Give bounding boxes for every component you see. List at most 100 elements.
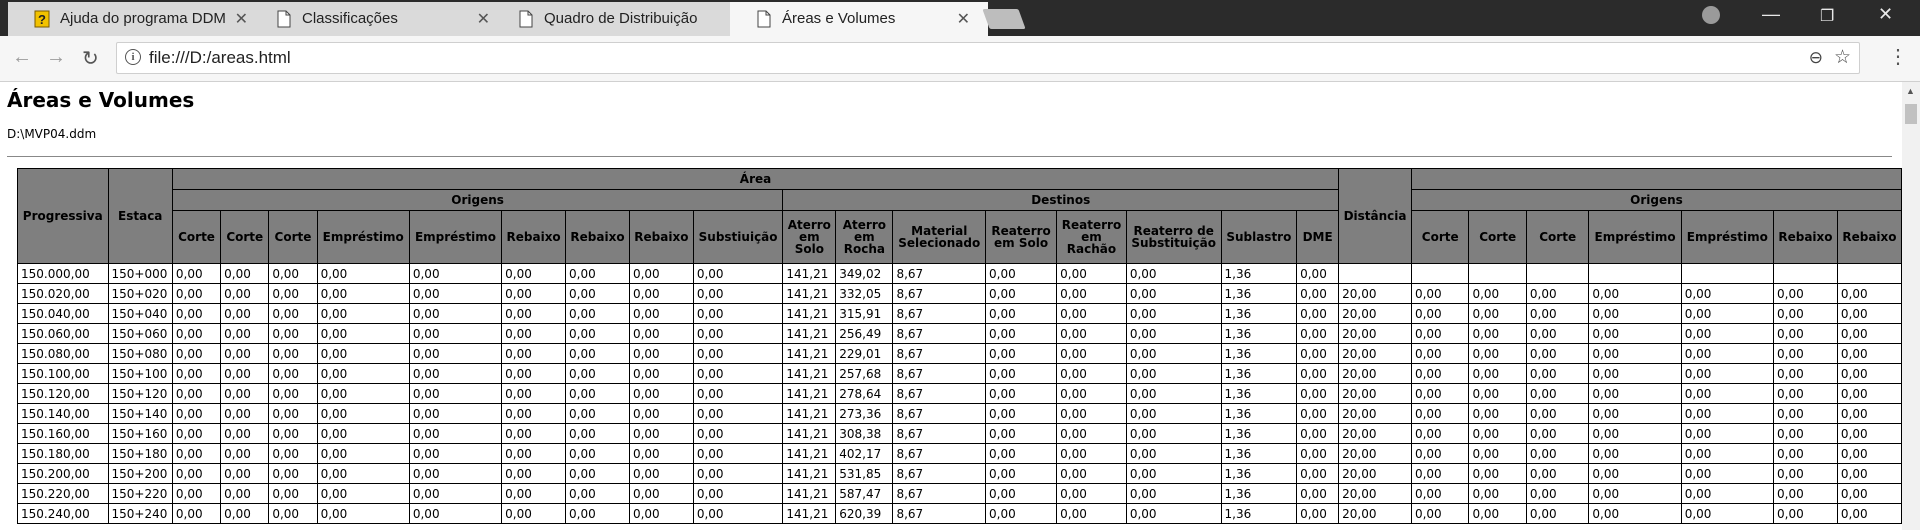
table-cell: 8,67 <box>892 303 987 324</box>
table-cell: 0,00 <box>628 483 694 504</box>
tab-quadro-distribuicao[interactable]: Quadro de Distribuição <box>492 2 744 36</box>
tab-areas-volumes[interactable]: Áreas e Volumes ✕ <box>730 2 988 36</box>
tab-close-icon[interactable]: ✕ <box>957 9 970 29</box>
table-cell: 0,00 <box>220 463 270 484</box>
table-cell: 0,00 <box>1468 343 1527 364</box>
table-cell: 0,00 <box>1125 403 1222 424</box>
table-cell: 0,00 <box>316 483 410 504</box>
table-cell: 0,00 <box>171 383 222 404</box>
zoom-icon[interactable]: ⊖ <box>1809 48 1823 68</box>
table-cell: 0,00 <box>1056 483 1127 504</box>
table-cell: 0,00 <box>1468 403 1527 424</box>
table-cell: 0,00 <box>220 483 270 504</box>
col-header-origem-right: Rebaixo <box>1836 210 1902 264</box>
table-cell: 0,00 <box>1296 503 1340 524</box>
table-cell: 150.220,00 <box>17 483 109 504</box>
tab-classificacoes[interactable]: Classificações ✕ <box>250 2 508 36</box>
tab-close-icon[interactable]: ✕ <box>477 9 490 29</box>
table-cell: 150.100,00 <box>17 363 109 384</box>
back-icon[interactable]: ← <box>12 46 32 69</box>
table-cell: 0,00 <box>565 363 630 384</box>
table-cell: 0,00 <box>985 443 1058 464</box>
table-cell: 0,00 <box>1468 503 1527 524</box>
tab-close-icon[interactable]: ✕ <box>235 9 248 29</box>
table-cell: 0,00 <box>1296 483 1340 504</box>
address-bar[interactable]: i file:///D:/areas.html ⊖ ☆ <box>116 42 1860 74</box>
table-cell: 0,00 <box>1410 443 1470 464</box>
scroll-up-arrow-icon[interactable]: ▲ <box>1906 86 1915 96</box>
table-cell: 0,00 <box>985 423 1058 444</box>
table-cell: 0,00 <box>220 383 270 404</box>
col-header-destino: Material Selecionado <box>892 210 987 264</box>
table-cell: 0,00 <box>1125 483 1222 504</box>
table-cell: 0,00 <box>1836 423 1902 444</box>
table-cell: 0,00 <box>220 503 270 524</box>
table-cell: 0,00 <box>628 463 694 484</box>
forward-icon[interactable]: → <box>46 46 66 69</box>
table-cell: 0,00 <box>1836 483 1902 504</box>
table-cell: 0,00 <box>1410 343 1470 364</box>
table-cell <box>1773 263 1838 284</box>
table-cell: 0,00 <box>1056 343 1127 364</box>
table-cell: 0,00 <box>1588 323 1682 344</box>
col-header-origem-right: Empréstimo <box>1680 210 1775 264</box>
table-cell: 150+160 <box>107 423 173 444</box>
table-cell: 0,00 <box>1056 383 1127 404</box>
table-cell: 0,00 <box>565 443 630 464</box>
scrollbar-thumb[interactable] <box>1905 104 1917 124</box>
table-cell: 0,00 <box>565 263 630 284</box>
table-row: 150.160,00 150+160 0,00 0,00 0,00 0,00 0,00 0,0… <box>17 423 1902 444</box>
table-cell: 0,00 <box>1773 363 1838 384</box>
col-header-destino: Reaterro em Solo <box>985 210 1058 264</box>
table-cell: 0,00 <box>1296 423 1340 444</box>
menu-icon[interactable]: ⋮ <box>1888 44 1908 69</box>
table-cell: 0,00 <box>692 303 784 324</box>
table-cell: 0,00 <box>1056 443 1127 464</box>
table-cell: 0,00 <box>220 303 270 324</box>
table-cell: 0,00 <box>1296 263 1340 284</box>
reload-icon[interactable]: ↻ <box>82 46 99 71</box>
col-header-destino: Aterro em Solo <box>782 210 837 264</box>
table-cell: 0,00 <box>1588 483 1682 504</box>
bookmark-star-icon[interactable]: ☆ <box>1834 46 1851 69</box>
table-cell: 0,00 <box>1056 503 1127 524</box>
table-cell: 0,00 <box>1410 363 1470 384</box>
table-cell: 0,00 <box>1836 383 1902 404</box>
table-cell: 0,00 <box>692 323 784 344</box>
table-cell: 20,00 <box>1338 343 1412 364</box>
table-cell: 0,00 <box>316 343 410 364</box>
table-cell: 0,00 <box>1056 283 1127 304</box>
table-cell: 150.180,00 <box>17 443 109 464</box>
table-cell: 150.020,00 <box>17 283 109 304</box>
vertical-scrollbar[interactable]: ▲ <box>1902 82 1920 530</box>
table-cell: 0,00 <box>1525 343 1590 364</box>
table-body: 150.000,00 150+000 0,00 0,00 0,00 0,00 0,00 0,0… <box>17 263 1902 524</box>
table-cell <box>1468 263 1527 284</box>
new-tab-button[interactable] <box>982 9 1026 29</box>
minimize-icon[interactable]: — <box>1762 4 1780 25</box>
restore-icon[interactable]: ❐ <box>1820 6 1834 26</box>
table-cell: 0,00 <box>220 263 270 284</box>
close-window-icon[interactable]: ✕ <box>1878 4 1893 25</box>
url-text[interactable]: file:///D:/areas.html <box>149 48 291 68</box>
table-cell: 0,00 <box>1525 503 1590 524</box>
tab-help[interactable]: ? Ajuda do programa DDM ✕ <box>8 2 266 36</box>
table-cell: 0,00 <box>1680 383 1775 404</box>
profile-icon[interactable] <box>1702 6 1720 24</box>
table-cell: 1,36 <box>1220 383 1298 404</box>
table-cell: 0,00 <box>1588 343 1682 364</box>
table-cell: 0,00 <box>565 463 630 484</box>
table-cell: 0,00 <box>985 403 1058 424</box>
table-cell: 0,00 <box>220 443 270 464</box>
table-cell: 0,00 <box>1296 363 1340 384</box>
table-cell <box>1836 263 1902 284</box>
table-cell: 0,00 <box>692 363 784 384</box>
table-cell: 141,21 <box>782 483 837 504</box>
table-cell: 0,00 <box>171 403 222 424</box>
table-cell: 0,00 <box>220 363 270 384</box>
table-cell: 0,00 <box>1773 383 1838 404</box>
table-cell: 0,00 <box>501 343 567 364</box>
info-icon[interactable]: i <box>125 49 141 65</box>
table-cell: 0,00 <box>1836 503 1902 524</box>
table-cell: 1,36 <box>1220 403 1298 424</box>
